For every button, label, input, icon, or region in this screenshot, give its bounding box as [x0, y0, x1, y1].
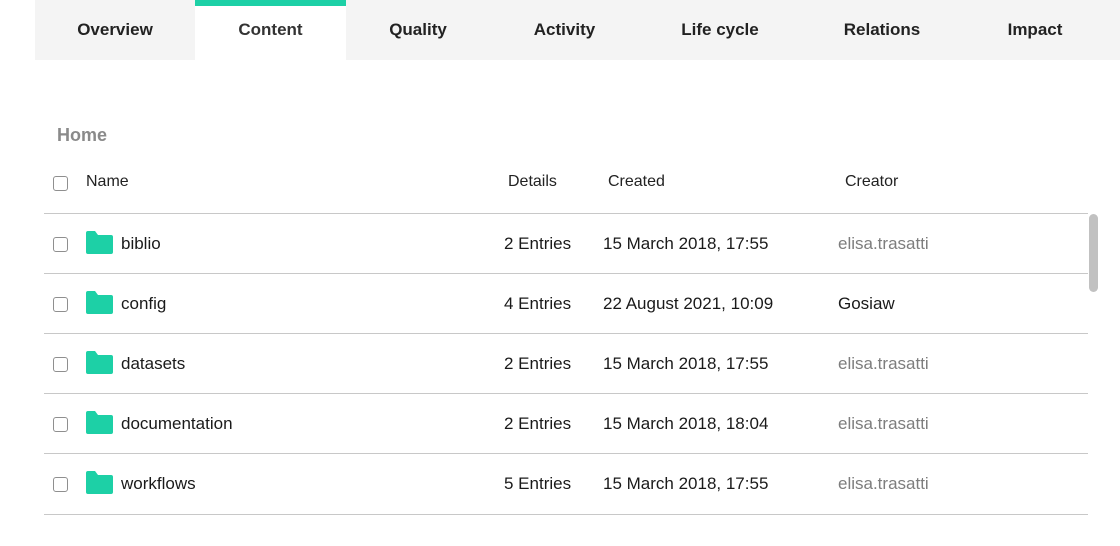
tab-bar: Overview Content Quality Activity Life c… — [35, 0, 1120, 60]
column-header-details[interactable]: Details — [508, 173, 557, 191]
tab-overview[interactable]: Overview — [35, 0, 195, 60]
row-checkbox[interactable] — [53, 357, 68, 372]
folder-icon — [86, 471, 113, 494]
row-name[interactable]: documentation — [121, 394, 233, 453]
tab-label: Life cycle — [681, 20, 759, 39]
row-details: 2 Entries — [504, 353, 572, 373]
column-header-created[interactable]: Created — [608, 173, 665, 191]
breadcrumb: Home — [57, 125, 107, 146]
row-created: 15 March 2018, 17:55 — [603, 353, 769, 373]
breadcrumb-home[interactable]: Home — [57, 125, 107, 145]
row-details: 4 Entries — [504, 293, 572, 313]
row-creator: Gosiaw — [838, 293, 895, 313]
table-row[interactable]: documentation 2 Entries 15 March 2018, 1… — [44, 393, 1088, 453]
tab-label: Relations — [843, 20, 921, 39]
tab-impact[interactable]: Impact — [963, 0, 1107, 60]
tab-label: Activity — [533, 20, 596, 39]
row-creator: elisa.trasatti — [838, 353, 929, 373]
table-bottom-divider — [44, 514, 1088, 515]
row-name[interactable]: biblio — [121, 214, 161, 273]
table-row[interactable]: workflows 5 Entries 15 March 2018, 17:55… — [44, 453, 1088, 513]
row-created: 15 March 2018, 17:55 — [603, 233, 769, 253]
folder-icon — [86, 351, 113, 374]
folder-icon — [86, 231, 113, 254]
row-details: 5 Entries — [504, 473, 572, 493]
row-name[interactable]: workflows — [121, 454, 196, 513]
tab-quality[interactable]: Quality — [346, 0, 490, 60]
tab-label: Content — [238, 20, 303, 39]
tab-label: Overview — [77, 20, 153, 39]
tab-activity[interactable]: Activity — [490, 0, 639, 60]
row-created: 15 March 2018, 18:04 — [603, 413, 769, 433]
tab-relations[interactable]: Relations — [801, 0, 963, 60]
row-details: 2 Entries — [504, 233, 572, 253]
column-header-creator[interactable]: Creator — [845, 173, 898, 191]
table-row[interactable]: biblio 2 Entries 15 March 2018, 17:55 el… — [44, 213, 1088, 273]
row-creator: elisa.trasatti — [838, 473, 929, 493]
row-created: 15 March 2018, 17:55 — [603, 473, 769, 493]
row-name[interactable]: datasets — [121, 334, 185, 393]
tab-content[interactable]: Content — [195, 0, 346, 60]
tab-label: Impact — [1007, 20, 1063, 39]
row-creator: elisa.trasatti — [838, 233, 929, 253]
row-checkbox[interactable] — [53, 477, 68, 492]
table-row[interactable]: config 4 Entries 22 August 2021, 10:09 G… — [44, 273, 1088, 333]
select-all-checkbox[interactable] — [53, 176, 68, 191]
scrollbar-thumb[interactable] — [1089, 214, 1098, 292]
row-checkbox[interactable] — [53, 417, 68, 432]
row-created: 22 August 2021, 10:09 — [603, 293, 774, 313]
row-checkbox[interactable] — [53, 297, 68, 312]
row-name[interactable]: config — [121, 274, 166, 333]
row-details: 2 Entries — [504, 413, 572, 433]
row-checkbox[interactable] — [53, 237, 68, 252]
table-row[interactable]: datasets 2 Entries 15 March 2018, 17:55 … — [44, 333, 1088, 393]
tab-label: Quality — [389, 20, 447, 39]
column-header-name[interactable]: Name — [86, 173, 129, 191]
tab-life-cycle[interactable]: Life cycle — [639, 0, 801, 60]
folder-icon — [86, 291, 113, 314]
folder-icon — [86, 411, 113, 434]
row-creator: elisa.trasatti — [838, 413, 929, 433]
